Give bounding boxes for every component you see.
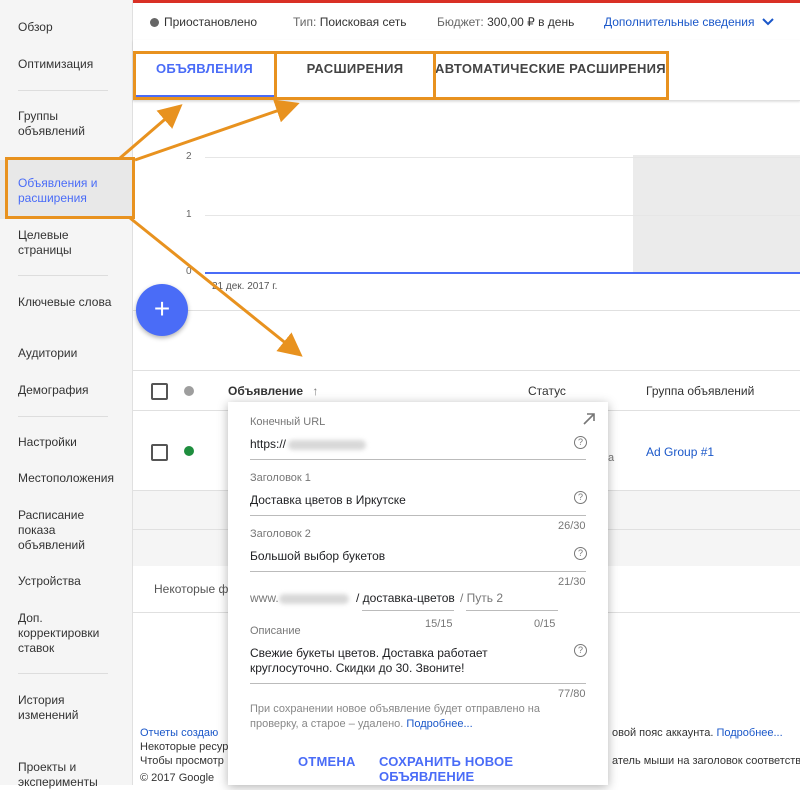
annotation-arrows: [119, 99, 303, 357]
arrow-to-extensions-tab: [134, 99, 300, 162]
arrow-to-ads-tab: [119, 104, 183, 160]
arrow-to-ad-table: [129, 216, 303, 357]
